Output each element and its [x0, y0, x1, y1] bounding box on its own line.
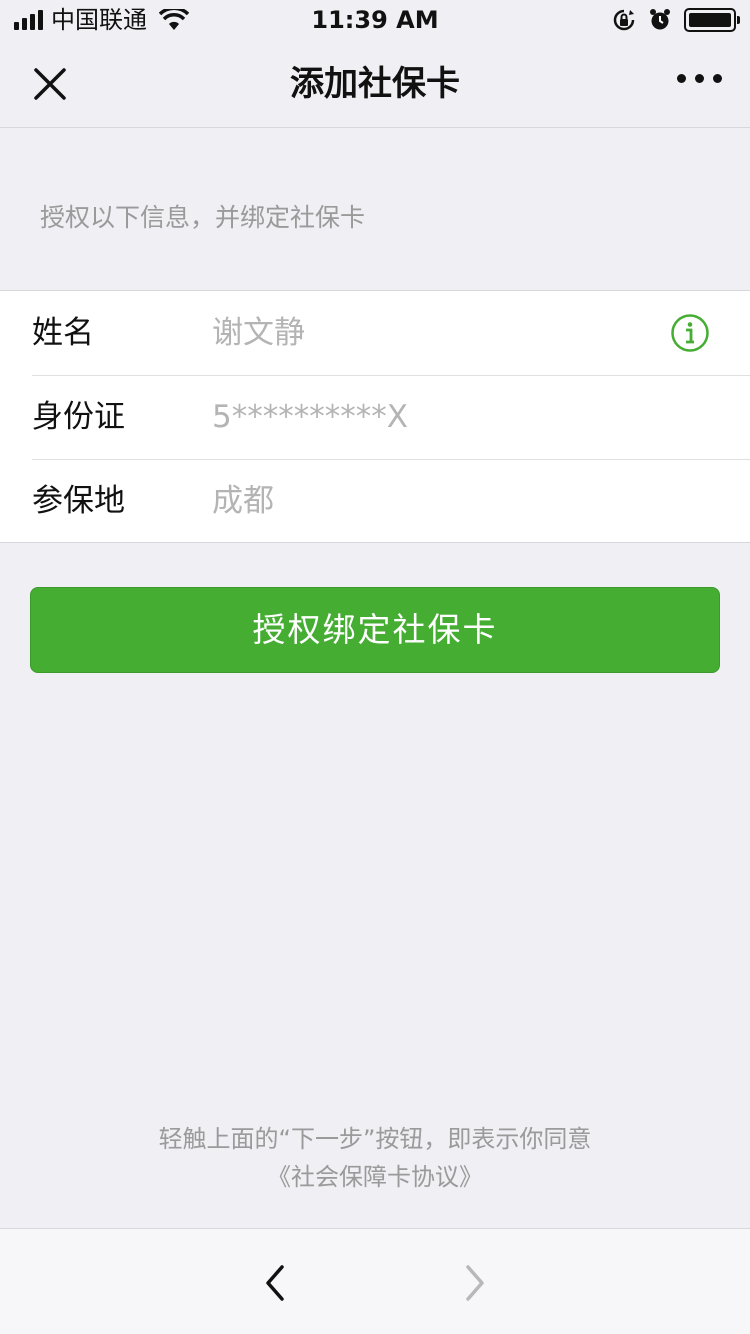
agreement-link[interactable]: 《社会保障卡协议》 — [0, 1158, 750, 1196]
agreement-text: 轻触上面的“下一步”按钮，即表示你同意 《社会保障卡协议》 — [0, 1120, 750, 1196]
orientation-lock-icon — [613, 9, 635, 31]
form-row-location: 参保地 成都 — [0, 459, 750, 543]
name-label: 姓名 — [32, 315, 94, 351]
form-row-id: 身份证 5**********X — [0, 375, 750, 459]
page-title: 添加社保卡 — [290, 64, 460, 104]
location-value: 成都 — [212, 483, 274, 519]
forward-icon[interactable] — [456, 1263, 492, 1303]
status-right — [612, 8, 740, 32]
authorization-hint: 授权以下信息，并绑定社保卡 — [40, 203, 366, 232]
location-label: 参保地 — [32, 483, 125, 519]
id-label: 身份证 — [32, 399, 125, 435]
back-icon[interactable] — [258, 1263, 294, 1303]
more-icon[interactable] — [677, 74, 722, 83]
status-bar: 中国联通 11:39 AM — [0, 0, 750, 40]
info-form: 姓名 谢文静 身份证 5**********X 参保地 成都 — [0, 290, 750, 543]
id-value: 5**********X — [212, 399, 408, 435]
alarm-icon — [650, 9, 670, 30]
form-row-name: 姓名 谢文静 — [0, 291, 750, 375]
battery-icon — [684, 8, 740, 32]
name-value: 谢文静 — [212, 315, 305, 351]
bottom-toolbar — [0, 1228, 750, 1334]
nav-bar: 添加社保卡 — [0, 40, 750, 128]
agreement-line: 轻触上面的“下一步”按钮，即表示你同意 — [158, 1125, 592, 1153]
authorize-bind-button[interactable]: 授权绑定社保卡 — [30, 587, 720, 673]
info-icon[interactable] — [670, 313, 710, 353]
